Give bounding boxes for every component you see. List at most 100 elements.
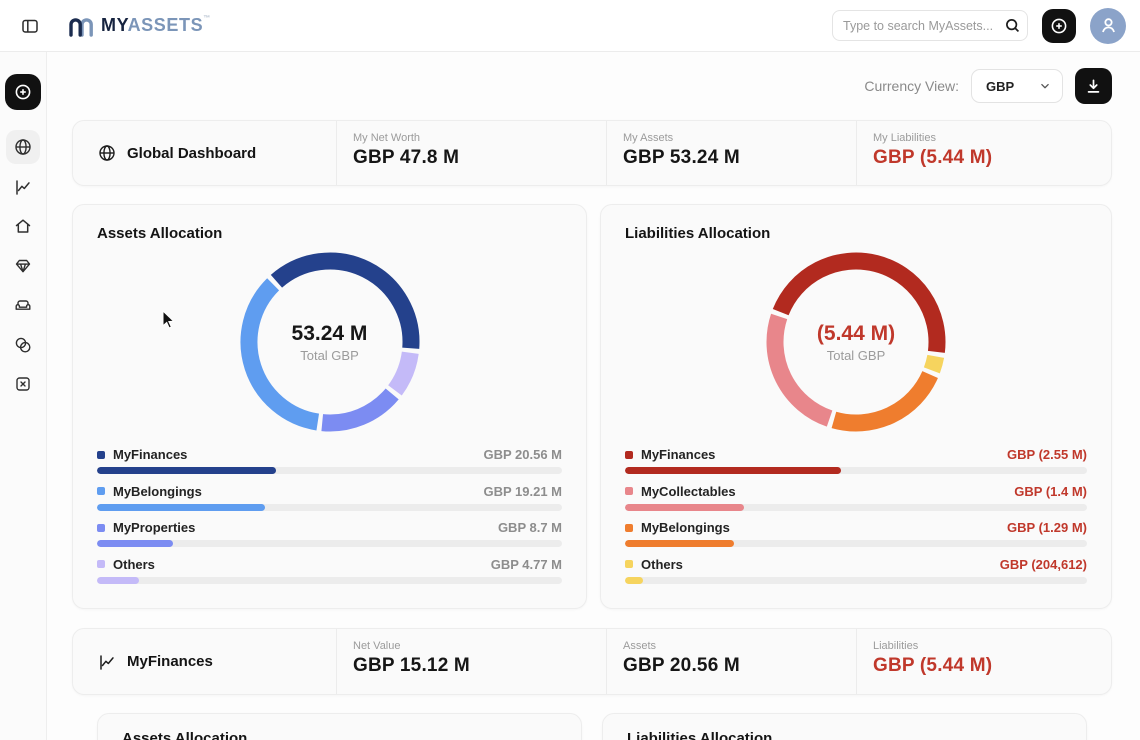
search-icon[interactable] <box>1004 17 1021 34</box>
liabilities-donut-center: (5.44 M) Total GBP <box>766 252 946 432</box>
currency-select-value: GBP <box>986 79 1014 94</box>
legend-amount: GBP 8.7 M <box>498 520 562 535</box>
sidebar-item-mybelongings[interactable] <box>6 288 40 322</box>
myfinances-assets-allocation-card: Assets Allocation <box>97 713 582 740</box>
legend-amount: GBP (1.29 M) <box>1007 520 1087 535</box>
myfinances-liabilities-allocation-card: Liabilities Allocation <box>602 713 1087 740</box>
sidebar-item-myproperties[interactable] <box>6 209 40 243</box>
home-icon <box>13 216 33 236</box>
toolbar: Currency View: GBP <box>72 66 1112 106</box>
assets-total-label: Total GBP <box>300 348 359 363</box>
legend-color-dot <box>97 451 105 459</box>
assets-donut-chart: 53.24 M Total GBP <box>240 252 420 432</box>
global-dashboard-card: Global Dashboard My Net WorthGBP 47.8 MM… <box>72 120 1112 186</box>
legend-amount: GBP 4.77 M <box>491 557 562 572</box>
legend-color-dot <box>97 524 105 532</box>
sofa-icon <box>13 295 33 315</box>
stat-my-net-worth: My Net WorthGBP 47.8 M <box>336 121 606 185</box>
legend-item-others: Others GBP 4.77 M <box>97 557 562 584</box>
legend-label: MyBelongings <box>113 484 202 499</box>
sidebar-item-currencies[interactable] <box>6 328 40 362</box>
liabilities-total-label: Total GBP <box>827 348 886 363</box>
liabilities-allocation-card: Liabilities Allocation (5.44 M) Total GB… <box>600 204 1112 609</box>
legend-color-dot <box>625 560 633 568</box>
legend-amount: GBP (2.55 M) <box>1007 447 1087 462</box>
legend-label: Others <box>113 557 155 572</box>
liabilities-total-value: (5.44 M) <box>817 322 895 346</box>
plus-circle-icon <box>1049 16 1069 36</box>
global-dashboard-title: Global Dashboard <box>73 121 336 185</box>
legend-color-dot <box>97 487 105 495</box>
legend-color-dot <box>625 451 633 459</box>
legend-progress-bar <box>97 467 562 474</box>
sidebar-add-button[interactable] <box>5 74 41 110</box>
myfinances-assets-allocation-title: Assets Allocation <box>122 730 557 740</box>
legend-color-dot <box>97 560 105 568</box>
legend-color-dot <box>625 487 633 495</box>
legend-item-myfinances: MyFinances GBP (2.55 M) <box>625 447 1087 474</box>
quick-add-button[interactable] <box>1042 9 1076 43</box>
chevron-down-icon <box>1038 79 1052 93</box>
assets-allocation-card: Assets Allocation 53.24 M Total GBP MyFi… <box>72 204 587 609</box>
box-x-icon <box>13 374 33 394</box>
legend-color-dot <box>625 524 633 532</box>
sidebar-item-mycollectables[interactable] <box>6 249 40 283</box>
download-button[interactable] <box>1075 68 1112 104</box>
legend-amount: GBP (1.4 M) <box>1014 484 1087 499</box>
legend-item-mybelongings: MyBelongings GBP (1.29 M) <box>625 520 1087 547</box>
legend-label: MyFinances <box>641 447 715 462</box>
main-content: Currency View: GBP Global Dashboard <box>47 52 1140 740</box>
legend-progress-bar <box>625 540 1087 547</box>
currency-select[interactable]: GBP <box>971 69 1063 103</box>
coins-icon <box>13 335 33 355</box>
stat-liabilities: LiabilitiesGBP (5.44 M) <box>856 629 1111 694</box>
legend-item-others: Others GBP (204,612) <box>625 557 1087 584</box>
legend-item-myproperties: MyProperties GBP 8.7 M <box>97 520 562 547</box>
legend-progress-bar <box>97 504 562 511</box>
legend-amount: GBP 20.56 M <box>483 447 562 462</box>
profile-avatar[interactable] <box>1090 8 1126 44</box>
gem-icon <box>13 256 33 276</box>
myfinances-liabilities-allocation-title: Liabilities Allocation <box>627 730 1062 740</box>
currency-view-label: Currency View: <box>864 78 959 94</box>
assets-donut-center: 53.24 M Total GBP <box>240 252 420 432</box>
line-chart-icon <box>97 652 117 672</box>
person-icon <box>1098 15 1119 36</box>
sidebar-item-other[interactable] <box>6 367 40 401</box>
sidebar-item-global-dashboard[interactable] <box>6 130 40 164</box>
legend-progress-bar <box>625 577 1087 584</box>
sidebar <box>0 52 47 740</box>
legend-progress-bar <box>625 467 1087 474</box>
download-icon <box>1084 77 1103 96</box>
assets-total-value: 53.24 M <box>292 322 368 346</box>
app-logo[interactable]: MYASSETS™ <box>68 14 211 38</box>
stat-my-assets: My AssetsGBP 53.24 M <box>606 121 856 185</box>
search-input[interactable] <box>843 19 1004 33</box>
legend-label: Others <box>641 557 683 572</box>
stat-net-value: Net ValueGBP 15.12 M <box>336 629 606 694</box>
assets-legend: MyFinancesGBP 20.56 M MyBelongings GBP 19.… <box>97 447 562 584</box>
globe-icon <box>13 137 33 157</box>
stat-assets: AssetsGBP 20.56 M <box>606 629 856 694</box>
sidebar-item-myfinances[interactable] <box>6 170 40 204</box>
search-box[interactable] <box>832 10 1028 41</box>
legend-amount: GBP (204,612) <box>1000 557 1087 572</box>
myfinances-title: MyFinances <box>73 629 336 694</box>
legend-item-mybelongings: MyBelongings GBP 19.21 M <box>97 484 562 511</box>
legend-label: MyBelongings <box>641 520 730 535</box>
legend-progress-bar <box>97 577 562 584</box>
legend-label: MyCollectables <box>641 484 736 499</box>
legend-item-myfinances: MyFinancesGBP 20.56 M <box>97 447 562 474</box>
plus-circle-icon <box>13 82 33 102</box>
legend-amount: GBP 19.21 M <box>483 484 562 499</box>
legend-label: MyProperties <box>113 520 195 535</box>
logo-text: MYASSETS™ <box>101 15 211 36</box>
globe-icon <box>97 143 117 163</box>
legend-progress-bar <box>97 540 562 547</box>
topbar: MYASSETS™ <box>0 0 1140 52</box>
line-chart-icon <box>13 177 33 197</box>
liabilities-allocation-title: Liabilities Allocation <box>625 225 1087 242</box>
liabilities-legend: MyFinances GBP (2.55 M) MyCollectables GBP … <box>625 447 1087 584</box>
sidebar-toggle-icon[interactable] <box>16 12 44 40</box>
liabilities-donut-chart: (5.44 M) Total GBP <box>766 252 946 432</box>
